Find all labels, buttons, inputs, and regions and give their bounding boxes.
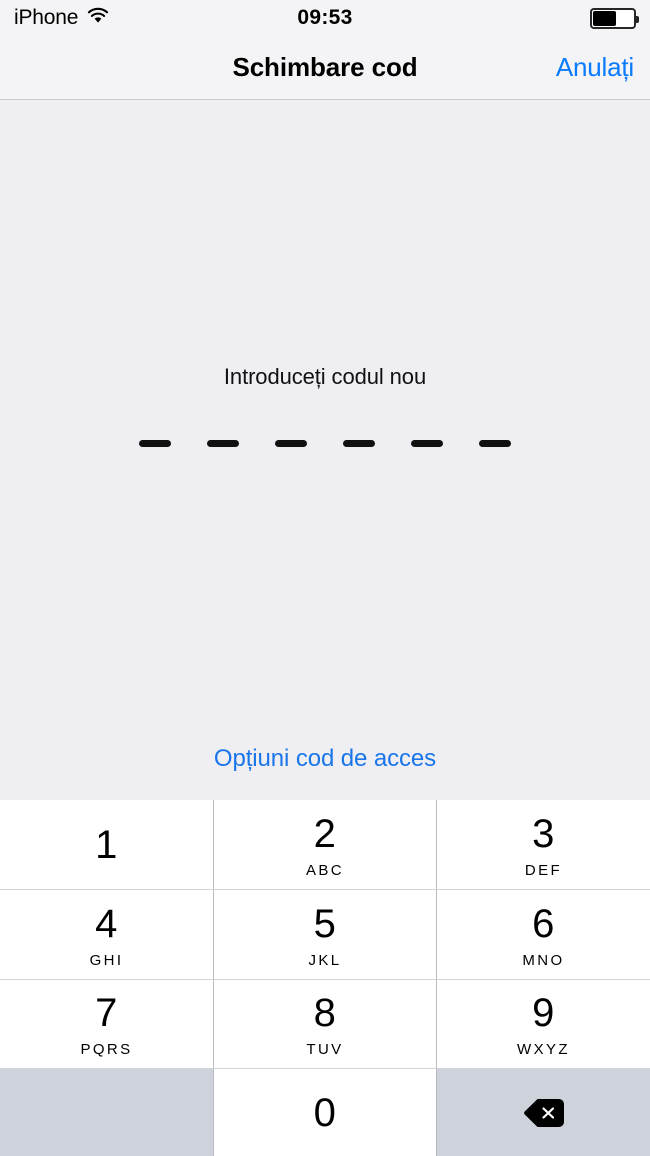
keypad-letters-label: MNO <box>522 951 565 969</box>
keypad-letters-label: PQRS <box>80 1041 133 1058</box>
carrier-label: iPhone <box>14 6 79 29</box>
keypad-letters-label: GHI <box>89 951 124 969</box>
keypad-key-9[interactable]: 9 WXYZ <box>437 980 650 1068</box>
passcode-dash <box>275 440 307 447</box>
keypad-letters-label: WXYZ <box>517 1041 570 1058</box>
passcode-dash <box>411 440 443 447</box>
keypad-blank-key <box>0 1069 213 1156</box>
keypad-key-4[interactable]: 4 GHI <box>0 890 213 979</box>
page-title: Schimbare cod <box>232 52 418 82</box>
keypad-digit-label: 2 <box>313 811 337 856</box>
passcode-entry-area: Introduceți codul nou Opțiuni cod de acc… <box>0 100 650 800</box>
passcode-dash <box>479 440 511 447</box>
passcode-dash-row <box>139 440 511 447</box>
keypad-key-1[interactable]: 1 <box>0 800 213 889</box>
backspace-delete-icon <box>523 1098 564 1127</box>
keypad-key-0[interactable]: 0 <box>214 1069 436 1156</box>
keypad-digit-label: 1 <box>95 822 118 867</box>
keypad-letters-label: JKL <box>308 951 342 969</box>
keypad-digit-label: 5 <box>313 901 337 946</box>
keypad-digit-label: 3 <box>532 811 555 856</box>
passcode-screen: iPhone 09:53 Schimbare cod Anulați Intro… <box>0 0 650 1156</box>
passcode-dash <box>139 440 171 447</box>
battery-icon <box>590 7 639 29</box>
keypad-letters-label: ABC <box>305 861 345 879</box>
wifi-icon <box>87 7 109 29</box>
keypad-digit-label: 6 <box>532 901 555 946</box>
keypad-key-5[interactable]: 5 JKL <box>214 890 436 979</box>
keypad-delete-key[interactable] <box>437 1069 650 1156</box>
navigation-bar: Schimbare cod Anulați <box>0 36 650 100</box>
passcode-dash <box>207 440 239 447</box>
keypad-key-7[interactable]: 7 PQRS <box>0 980 213 1068</box>
numeric-keypad: 1 2 ABC 3 DEF 4 GHI 5 JKL 6 MNO 7 PQRS 8 TUV 9 WXYZ 0 <box>0 800 650 1156</box>
status-bar: iPhone 09:53 <box>0 0 650 36</box>
keypad-digit-label: 9 <box>532 991 555 1035</box>
status-bar-right <box>590 7 639 29</box>
keypad-key-3[interactable]: 3 DEF <box>437 800 650 889</box>
cancel-button[interactable]: Anulați <box>556 52 634 83</box>
keypad-key-6[interactable]: 6 MNO <box>437 890 650 979</box>
passcode-prompt-label: Introduceți codul nou <box>223 364 427 389</box>
keypad-digit-label: 8 <box>313 991 337 1035</box>
keypad-digit-label: 0 <box>313 1090 337 1135</box>
keypad-key-8[interactable]: 8 TUV <box>214 980 436 1068</box>
keypad-letters-label: DEF <box>524 861 563 879</box>
passcode-dash <box>343 440 375 447</box>
keypad-key-2[interactable]: 2 ABC <box>214 800 436 889</box>
passcode-options-link[interactable]: Opțiuni cod de acces <box>0 745 650 773</box>
keypad-digit-label: 7 <box>95 991 118 1035</box>
status-bar-left: iPhone <box>14 6 109 30</box>
keypad-digit-label: 4 <box>95 901 118 946</box>
keypad-letters-label: TUV <box>306 1041 344 1058</box>
